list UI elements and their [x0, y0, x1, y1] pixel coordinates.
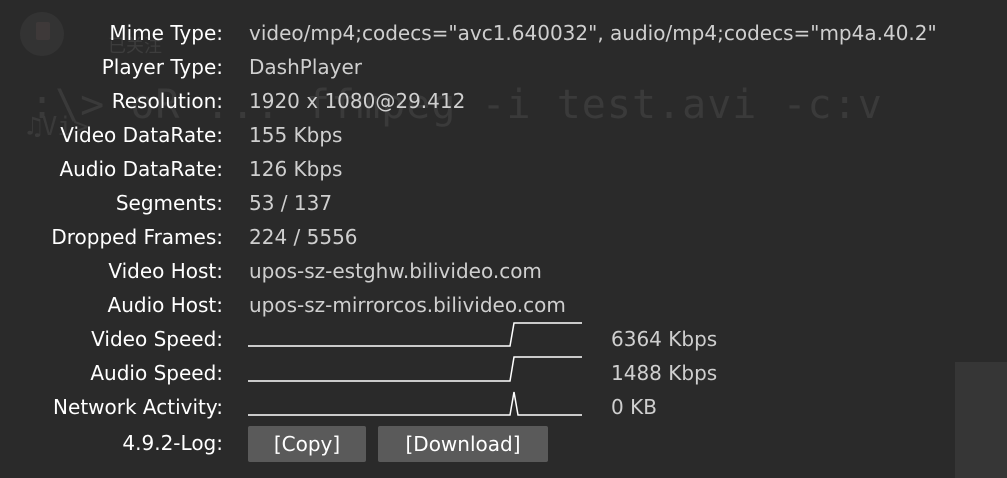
stat-row-player-type: Player Type: DashPlayer: [0, 52, 1007, 84]
stat-row-dropped-frames: Dropped Frames: 224 / 5556: [0, 222, 1007, 254]
video-speed-value: 6364 Kbps: [611, 327, 718, 351]
audio-datarate-value: 126 Kbps: [249, 157, 343, 181]
audio-host-label: Audio Host:: [107, 293, 223, 317]
stat-row-mime-type: Mime Type: video/mp4;codecs="avc1.640032…: [0, 18, 1007, 50]
audio-speed-label: Audio Speed:: [90, 361, 223, 385]
audio-datarate-label: Audio DataRate:: [59, 157, 223, 181]
stat-row-resolution: Resolution: 1920 x 1080@29.412: [0, 86, 1007, 118]
video-datarate-label: Video DataRate:: [60, 123, 223, 147]
resolution-label: Resolution:: [111, 89, 223, 113]
video-speed-line: [248, 322, 582, 347]
stat-row-video-host: Video Host: upos-sz-estghw.bilivideo.com: [0, 256, 1007, 288]
video-speed-label: Video Speed:: [91, 327, 223, 351]
resolution-value: 1920 x 1080@29.412: [249, 89, 466, 113]
video-host-label: Video Host:: [108, 259, 223, 283]
stat-row-audio-speed: Audio Speed: 1488 Kbps: [0, 356, 1007, 390]
network-activity-graph: [248, 391, 582, 416]
audio-speed-graph: [248, 356, 582, 382]
copy-log-button[interactable]: [Copy]: [248, 426, 366, 462]
stat-row-audio-datarate: Audio DataRate: 126 Kbps: [0, 154, 1007, 186]
video-host-value: upos-sz-estghw.bilivideo.com: [249, 259, 542, 283]
audio-speed-value: 1488 Kbps: [611, 361, 718, 385]
dropped-frames-label: Dropped Frames:: [51, 225, 223, 249]
segments-value: 53 / 137: [249, 191, 333, 215]
stat-row-video-speed: Video Speed: 6364 Kbps: [0, 322, 1007, 356]
stat-row-segments: Segments: 53 / 137: [0, 188, 1007, 220]
network-activity-value: 0 KB: [611, 395, 657, 419]
stat-row-audio-host: Audio Host: upos-sz-mirrorcos.bilivideo.…: [0, 290, 1007, 322]
stat-row-network-activity: Network Activity: 0 KB: [0, 391, 1007, 424]
mime-type-label: Mime Type:: [109, 21, 223, 45]
download-log-button[interactable]: [Download]: [378, 426, 548, 462]
network-activity-label: Network Activity:: [53, 395, 223, 419]
segments-label: Segments:: [115, 191, 223, 215]
video-speed-graph: [248, 322, 582, 347]
audio-speed-line: [248, 356, 582, 382]
player-type-label: Player Type:: [101, 55, 223, 79]
mime-type-value: video/mp4;codecs="avc1.640032", audio/mp…: [249, 21, 937, 45]
stat-row-video-datarate: Video DataRate: 155 Kbps: [0, 120, 1007, 152]
network-activity-line: [248, 391, 582, 416]
player-type-value: DashPlayer: [249, 55, 362, 79]
dropped-frames-value: 224 / 5556: [249, 225, 358, 249]
audio-host-value: upos-sz-mirrorcos.bilivideo.com: [249, 293, 566, 317]
stat-row-log: 4.9.2-Log: [Copy] [Download]: [0, 426, 1007, 462]
video-datarate-value: 155 Kbps: [249, 123, 343, 147]
log-label: 4.9.2-Log:: [122, 431, 223, 455]
